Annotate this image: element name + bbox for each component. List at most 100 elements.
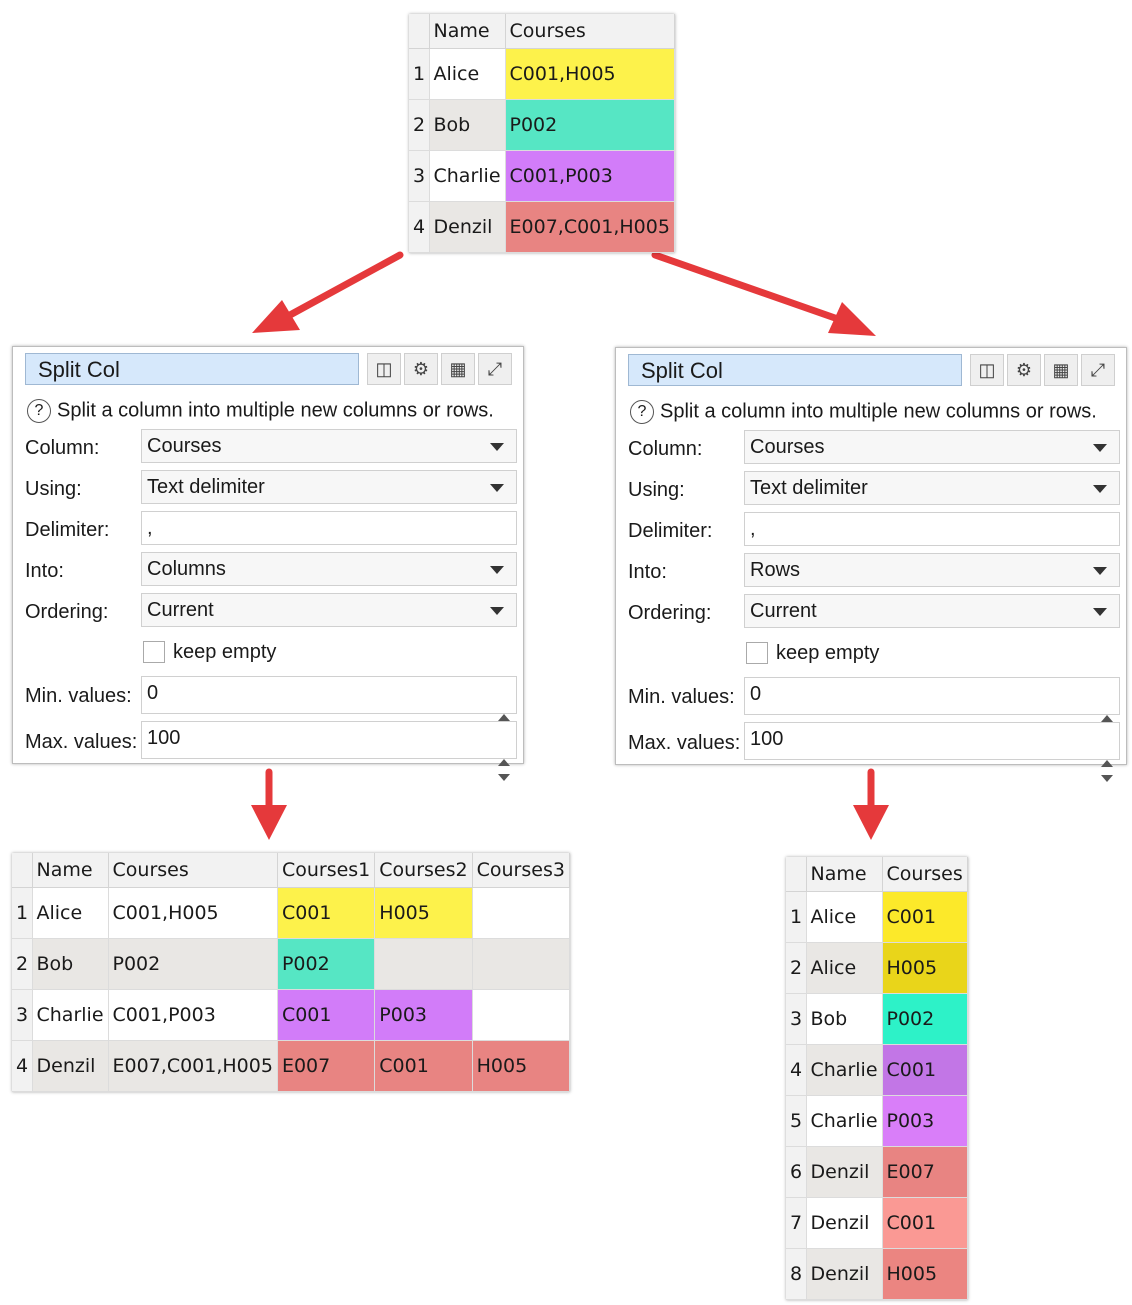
maximize-icon[interactable]: ⤢ bbox=[478, 353, 512, 385]
cell-courses[interactable]: P002 bbox=[505, 99, 675, 151]
cell-courses[interactable]: P002 bbox=[108, 938, 278, 990]
using-select[interactable]: Text delimiter bbox=[141, 470, 517, 504]
cell-name[interactable]: Bob bbox=[429, 99, 506, 151]
header-courses1[interactable]: Courses1 bbox=[277, 853, 376, 888]
header-courses2[interactable]: Courses2 bbox=[374, 853, 473, 888]
help-icon[interactable]: ? bbox=[27, 399, 51, 423]
table-view-icon[interactable]: ▦ bbox=[441, 353, 475, 385]
input-table: Name Courses 1 Alice C001,H005 2 Bob P00… bbox=[409, 14, 675, 253]
cell-name[interactable]: Charlie bbox=[806, 1044, 883, 1096]
header-name[interactable]: Name bbox=[429, 14, 506, 49]
cell-name[interactable]: Alice bbox=[806, 891, 883, 943]
row-number: 4 bbox=[409, 201, 430, 253]
ordering-select[interactable]: Current bbox=[744, 594, 1120, 628]
cell-courses[interactable]: C001,P003 bbox=[108, 989, 278, 1041]
cell-courses[interactable]: H005 bbox=[882, 1248, 968, 1300]
cell-name[interactable]: Charlie bbox=[429, 150, 506, 202]
cell-name[interactable]: Bob bbox=[806, 993, 883, 1045]
column-select[interactable]: Courses bbox=[744, 430, 1120, 464]
cell-courses2[interactable]: P003 bbox=[374, 989, 473, 1041]
row-number: 2 bbox=[12, 938, 33, 990]
spinner-arrows-icon[interactable] bbox=[1099, 755, 1115, 787]
settings-icon[interactable]: ⚙ bbox=[1007, 354, 1041, 386]
keep-empty-checkbox[interactable] bbox=[143, 641, 165, 663]
min-values-spinbox[interactable]: 0 bbox=[141, 676, 517, 736]
table-row: 1 Alice C001,H005 C001 H005 bbox=[12, 887, 570, 939]
cell-name[interactable]: Bob bbox=[32, 938, 109, 990]
cell-name[interactable]: Denzil bbox=[806, 1146, 883, 1198]
cell-name[interactable]: Alice bbox=[429, 48, 506, 100]
cell-name[interactable]: Charlie bbox=[32, 989, 109, 1041]
cell-courses[interactable]: P003 bbox=[882, 1095, 968, 1147]
help-icon[interactable]: ? bbox=[630, 400, 654, 424]
cell-courses[interactable]: C001,H005 bbox=[505, 48, 675, 100]
cell-name[interactable]: Alice bbox=[806, 942, 883, 994]
header-courses3[interactable]: Courses3 bbox=[472, 853, 570, 888]
header-name[interactable]: Name bbox=[806, 857, 883, 892]
row-number: 2 bbox=[409, 99, 430, 151]
split-col-panel-columns: Split Col ◫ ⚙ ▦ ⤢ ? Split a column into m… bbox=[12, 346, 524, 781]
cell-courses1[interactable]: E007 bbox=[277, 1040, 376, 1092]
cell-courses[interactable]: C001 bbox=[882, 1197, 968, 1249]
keep-empty-label: keep empty bbox=[776, 642, 880, 664]
header-courses[interactable]: Courses bbox=[882, 857, 968, 892]
cell-name[interactable]: Denzil bbox=[32, 1040, 109, 1092]
arrow-to-right-panel bbox=[651, 251, 876, 336]
cell-courses3[interactable]: H005 bbox=[472, 1040, 570, 1092]
cell-name[interactable]: Denzil bbox=[806, 1248, 883, 1300]
header-courses[interactable]: Courses bbox=[505, 14, 675, 49]
cell-name[interactable]: Denzil bbox=[429, 201, 506, 253]
row-number: 3 bbox=[409, 150, 430, 202]
keep-empty-checkbox[interactable] bbox=[746, 642, 768, 664]
cell-name[interactable]: Denzil bbox=[806, 1197, 883, 1249]
cell-courses[interactable]: C001 bbox=[882, 891, 968, 943]
column-select[interactable]: Courses bbox=[141, 429, 517, 463]
cell-courses[interactable]: P002 bbox=[882, 993, 968, 1045]
cell-courses1[interactable]: C001 bbox=[277, 887, 376, 939]
delimiter-input[interactable]: , bbox=[744, 512, 1120, 546]
row-number: 7 bbox=[786, 1197, 807, 1249]
corner-header bbox=[786, 857, 807, 892]
cell-courses3[interactable] bbox=[472, 887, 570, 939]
header-courses[interactable]: Courses bbox=[108, 853, 278, 888]
header-name[interactable]: Name bbox=[32, 853, 109, 888]
cell-courses[interactable]: C001 bbox=[882, 1044, 968, 1096]
cell-courses3[interactable] bbox=[472, 989, 570, 1041]
spinner-arrows-icon[interactable] bbox=[496, 754, 512, 786]
cell-courses2[interactable] bbox=[374, 938, 473, 990]
keep-empty-label: keep empty bbox=[173, 641, 277, 663]
maximize-icon[interactable]: ⤢ bbox=[1081, 354, 1115, 386]
max-values-spinbox[interactable]: 100 bbox=[744, 722, 1120, 782]
cell-courses3[interactable] bbox=[472, 938, 570, 990]
cell-name[interactable]: Charlie bbox=[806, 1095, 883, 1147]
cell-courses[interactable]: C001,H005 bbox=[108, 887, 278, 939]
cell-name[interactable]: Alice bbox=[32, 887, 109, 939]
cell-courses[interactable]: E007 bbox=[882, 1146, 968, 1198]
corner-header bbox=[12, 853, 33, 888]
min-values-label: Min. values: bbox=[628, 686, 735, 708]
min-values-spinbox[interactable]: 0 bbox=[744, 677, 1120, 737]
table-row: 4 Denzil E007,C001,H005 E007 C001 H005 bbox=[12, 1040, 570, 1092]
cell-courses2[interactable]: H005 bbox=[374, 887, 473, 939]
table-row: 5 Charlie P003 bbox=[786, 1095, 968, 1147]
into-select[interactable]: Rows bbox=[744, 553, 1120, 587]
cell-courses2[interactable]: C001 bbox=[374, 1040, 473, 1092]
using-label: Using: bbox=[628, 479, 685, 501]
cell-courses[interactable]: E007,C001,H005 bbox=[108, 1040, 278, 1092]
into-label: Into: bbox=[628, 561, 667, 583]
into-select[interactable]: Columns bbox=[141, 552, 517, 586]
delimiter-input[interactable]: , bbox=[141, 511, 517, 545]
cell-courses[interactable]: H005 bbox=[882, 942, 968, 994]
max-values-spinbox[interactable]: 100 bbox=[141, 721, 517, 781]
node-table-icon[interactable]: ◫ bbox=[970, 354, 1004, 386]
chevron-down-icon bbox=[490, 443, 504, 451]
cell-courses[interactable]: C001,P003 bbox=[505, 150, 675, 202]
settings-icon[interactable]: ⚙ bbox=[404, 353, 438, 385]
cell-courses[interactable]: E007,C001,H005 bbox=[505, 201, 675, 253]
cell-courses1[interactable]: C001 bbox=[277, 989, 376, 1041]
node-table-icon[interactable]: ◫ bbox=[367, 353, 401, 385]
table-view-icon[interactable]: ▦ bbox=[1044, 354, 1078, 386]
using-select[interactable]: Text delimiter bbox=[744, 471, 1120, 505]
cell-courses1[interactable]: P002 bbox=[277, 938, 376, 990]
ordering-select[interactable]: Current bbox=[141, 593, 517, 627]
